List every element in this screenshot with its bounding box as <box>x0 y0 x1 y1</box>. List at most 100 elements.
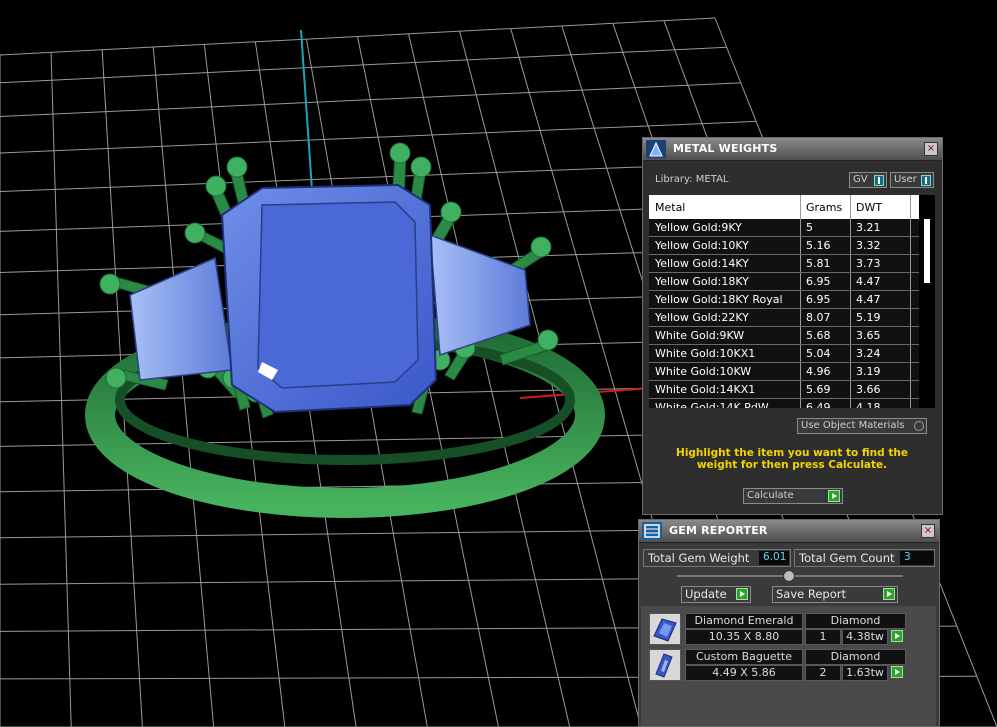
metal-table-row[interactable]: Yellow Gold:9KY 5 3.21 <box>649 219 919 237</box>
use-object-materials-toggle[interactable]: Use Object Materials <box>797 418 927 434</box>
radio-icon <box>914 421 924 431</box>
update-label: Update <box>685 587 727 601</box>
col-separator <box>910 195 911 219</box>
gem-reporter-close-icon[interactable]: × <box>921 524 935 538</box>
gem-select-arrow-icon[interactable] <box>891 630 903 642</box>
col-separator <box>800 399 801 408</box>
metal-table-body: Yellow Gold:9KY 5 3.21 Yellow Gold:10KY 5.16… <box>649 219 919 408</box>
user-toggle-label: User <box>894 174 917 185</box>
cell-metal: Yellow Gold:14KY <box>655 257 749 270</box>
gem-reporter-title: GEM REPORTER <box>669 524 768 537</box>
metal-table-row[interactable]: Yellow Gold:10KY 5.16 3.32 <box>649 237 919 255</box>
gem-list-item[interactable]: Diamond Emerald Diamond 10.35 X 8.80 1 4… <box>649 613 909 653</box>
cell-dwt: 4.47 <box>856 293 881 306</box>
col-separator <box>800 309 801 326</box>
metal-table-row[interactable]: Yellow Gold:18KY Royal 6.95 4.47 <box>649 291 919 309</box>
gem-size: 10.35 X 8.80 <box>685 629 803 645</box>
col-separator <box>910 273 911 290</box>
metal-table-row[interactable]: White Gold:14KX1 5.69 3.66 <box>649 381 919 399</box>
cell-metal: White Gold:10KX1 <box>655 347 756 360</box>
col-separator <box>850 363 851 380</box>
col-separator <box>850 327 851 344</box>
col-separator <box>800 381 801 398</box>
col-separator <box>850 381 851 398</box>
cell-grams: 6.95 <box>806 293 831 306</box>
panel-slider-handle[interactable] <box>783 570 795 582</box>
col-separator <box>800 219 801 236</box>
gem-name: Diamond Emerald <box>685 613 803 629</box>
cell-metal: White Gold:10KW <box>655 365 752 378</box>
scrollbar-thumb[interactable] <box>924 219 930 283</box>
col-separator <box>850 255 851 272</box>
metal-table-row[interactable]: White Gold:10KX1 5.04 3.24 <box>649 345 919 363</box>
library-label: Library: METAL <box>655 174 729 185</box>
metal-table-scrollbar[interactable] <box>919 195 935 408</box>
play-arrow-icon <box>883 588 895 600</box>
gem-select-arrow-icon[interactable] <box>891 666 903 678</box>
metal-table-row[interactable]: Yellow Gold:18KY 6.95 4.47 <box>649 273 919 291</box>
cell-grams: 5.81 <box>806 257 831 270</box>
metal-table-row[interactable]: White Gold:10KW 4.96 3.19 <box>649 363 919 381</box>
metal-weights-badge-icon <box>646 140 666 158</box>
cell-dwt: 5.19 <box>856 311 881 324</box>
col-separator <box>800 345 801 362</box>
cell-grams: 6.49 <box>806 401 831 408</box>
gem-thumbnail-icon <box>649 649 681 681</box>
gem-count: 2 <box>805 665 841 681</box>
metal-table-row[interactable]: Yellow Gold:22KY 8.07 5.19 <box>649 309 919 327</box>
user-toggle[interactable]: User <box>890 172 934 188</box>
gv-toggle[interactable]: GV <box>849 172 887 188</box>
metal-table-row[interactable]: White Gold:14K PdW 6.49 4.18 <box>649 399 919 408</box>
cell-dwt: 3.73 <box>856 257 881 270</box>
calculate-button[interactable]: Calculate <box>743 488 843 504</box>
total-gem-count-value: 3 <box>900 551 934 565</box>
metal-table-row[interactable]: White Gold:9KW 5.68 3.65 <box>649 327 919 345</box>
cell-metal: Yellow Gold:18KY <box>655 275 749 288</box>
save-report-button[interactable]: Save Report <box>772 586 898 603</box>
total-gem-weight-field: Total Gem Weight 6.01 <box>643 549 791 567</box>
col-metal-header[interactable]: Metal <box>655 201 685 214</box>
play-arrow-icon <box>736 588 748 600</box>
cell-dwt: 3.24 <box>856 347 881 360</box>
metal-weights-titlebar[interactable]: METAL WEIGHTS × <box>643 138 942 161</box>
update-button[interactable]: Update <box>681 586 751 603</box>
total-gem-weight-value: 6.01 <box>759 551 789 565</box>
save-report-label: Save Report <box>776 587 847 601</box>
cell-dwt: 3.19 <box>856 365 881 378</box>
gem-list-item[interactable]: Custom Baguette Diamond 4.49 X 5.86 2 1.… <box>649 649 909 689</box>
calculate-label: Calculate <box>747 490 794 501</box>
cell-dwt: 3.66 <box>856 383 881 396</box>
col-separator <box>910 291 911 308</box>
col-separator <box>850 219 851 236</box>
gem-reporter-badge-icon <box>642 522 662 540</box>
play-arrow-icon <box>828 490 840 502</box>
metal-table[interactable]: Metal Grams DWT Yellow Gold:9KY 5 3.21 Yell… <box>649 195 935 408</box>
gem-weight: 1.63tw <box>842 665 888 681</box>
gem-size: 4.49 X 5.86 <box>685 665 803 681</box>
cell-grams: 5.68 <box>806 329 831 342</box>
gem-name: Custom Baguette <box>685 649 803 665</box>
metal-table-row[interactable]: Yellow Gold:14KY 5.81 3.73 <box>649 255 919 273</box>
col-separator <box>910 327 911 344</box>
cell-grams: 5.16 <box>806 239 831 252</box>
col-separator <box>800 237 801 254</box>
col-dwt-header[interactable]: DWT <box>856 201 882 214</box>
col-separator <box>850 291 851 308</box>
gem-material: Diamond <box>805 613 906 629</box>
col-separator <box>910 399 911 408</box>
col-separator <box>800 363 801 380</box>
cell-grams: 6.95 <box>806 275 831 288</box>
total-gem-count-label: Total Gem Count <box>799 551 895 565</box>
col-separator <box>850 345 851 362</box>
col-separator <box>850 309 851 326</box>
gem-thumbnail-icon <box>649 613 681 645</box>
cell-metal: Yellow Gold:22KY <box>655 311 749 324</box>
gem-reporter-titlebar[interactable]: GEM REPORTER × <box>639 520 939 543</box>
col-grams-header[interactable]: Grams <box>806 201 842 214</box>
user-toggle-icon <box>921 175 931 186</box>
metal-weights-close-icon[interactable]: × <box>924 142 938 156</box>
metal-table-header: Metal Grams DWT <box>649 195 919 219</box>
cell-dwt: 3.65 <box>856 329 881 342</box>
instruction-message: Highlight the item you want to find the … <box>676 447 908 471</box>
cell-metal: White Gold:14K PdW <box>655 401 769 408</box>
